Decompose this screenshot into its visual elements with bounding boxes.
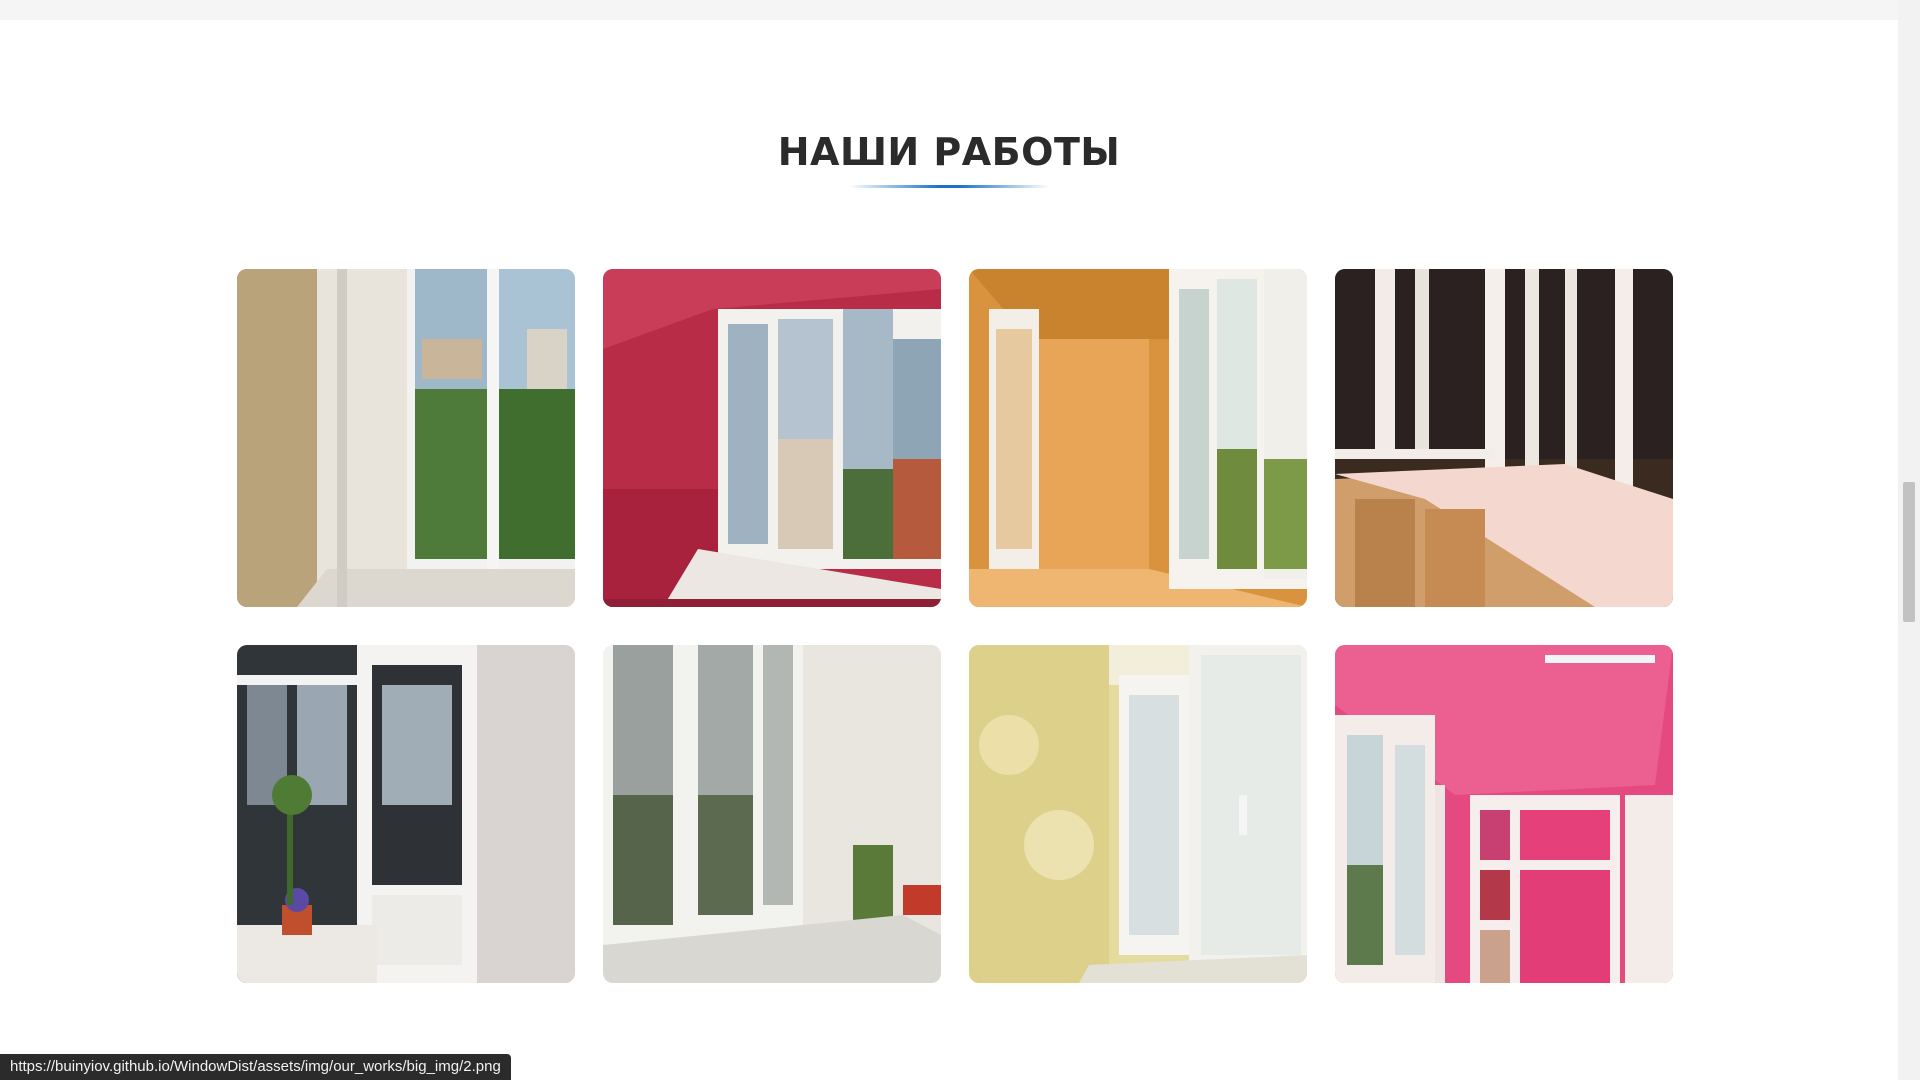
gallery-image-8: [1335, 645, 1673, 983]
link-status-bar: https://buinyiov.github.io/WindowDist/as…: [0, 1054, 511, 1080]
gallery-image-3: [969, 269, 1307, 607]
gallery-item-2[interactable]: [603, 269, 941, 607]
gallery-item-5[interactable]: [237, 645, 575, 983]
gallery-item-3[interactable]: [969, 269, 1307, 607]
gallery-image-2: [603, 269, 941, 607]
gallery-item-4[interactable]: [1335, 269, 1673, 607]
gallery-image-7: [969, 645, 1307, 983]
gallery-image-5: [237, 645, 575, 983]
gallery-image-1: [237, 269, 575, 607]
section-title: НАШИ РАБОТЫ: [777, 130, 1121, 174]
vertical-scrollbar[interactable]: [1898, 0, 1920, 1080]
top-strip: [0, 0, 1898, 20]
works-gallery: [237, 269, 1673, 983]
gallery-image-6: [603, 645, 941, 983]
title-divider: [849, 185, 1049, 188]
gallery-item-1[interactable]: [237, 269, 575, 607]
scrollbar-thumb[interactable]: [1903, 482, 1915, 622]
gallery-image-4: [1335, 269, 1673, 607]
gallery-item-8[interactable]: [1335, 645, 1673, 983]
gallery-item-7[interactable]: [969, 645, 1307, 983]
gallery-item-6[interactable]: [603, 645, 941, 983]
